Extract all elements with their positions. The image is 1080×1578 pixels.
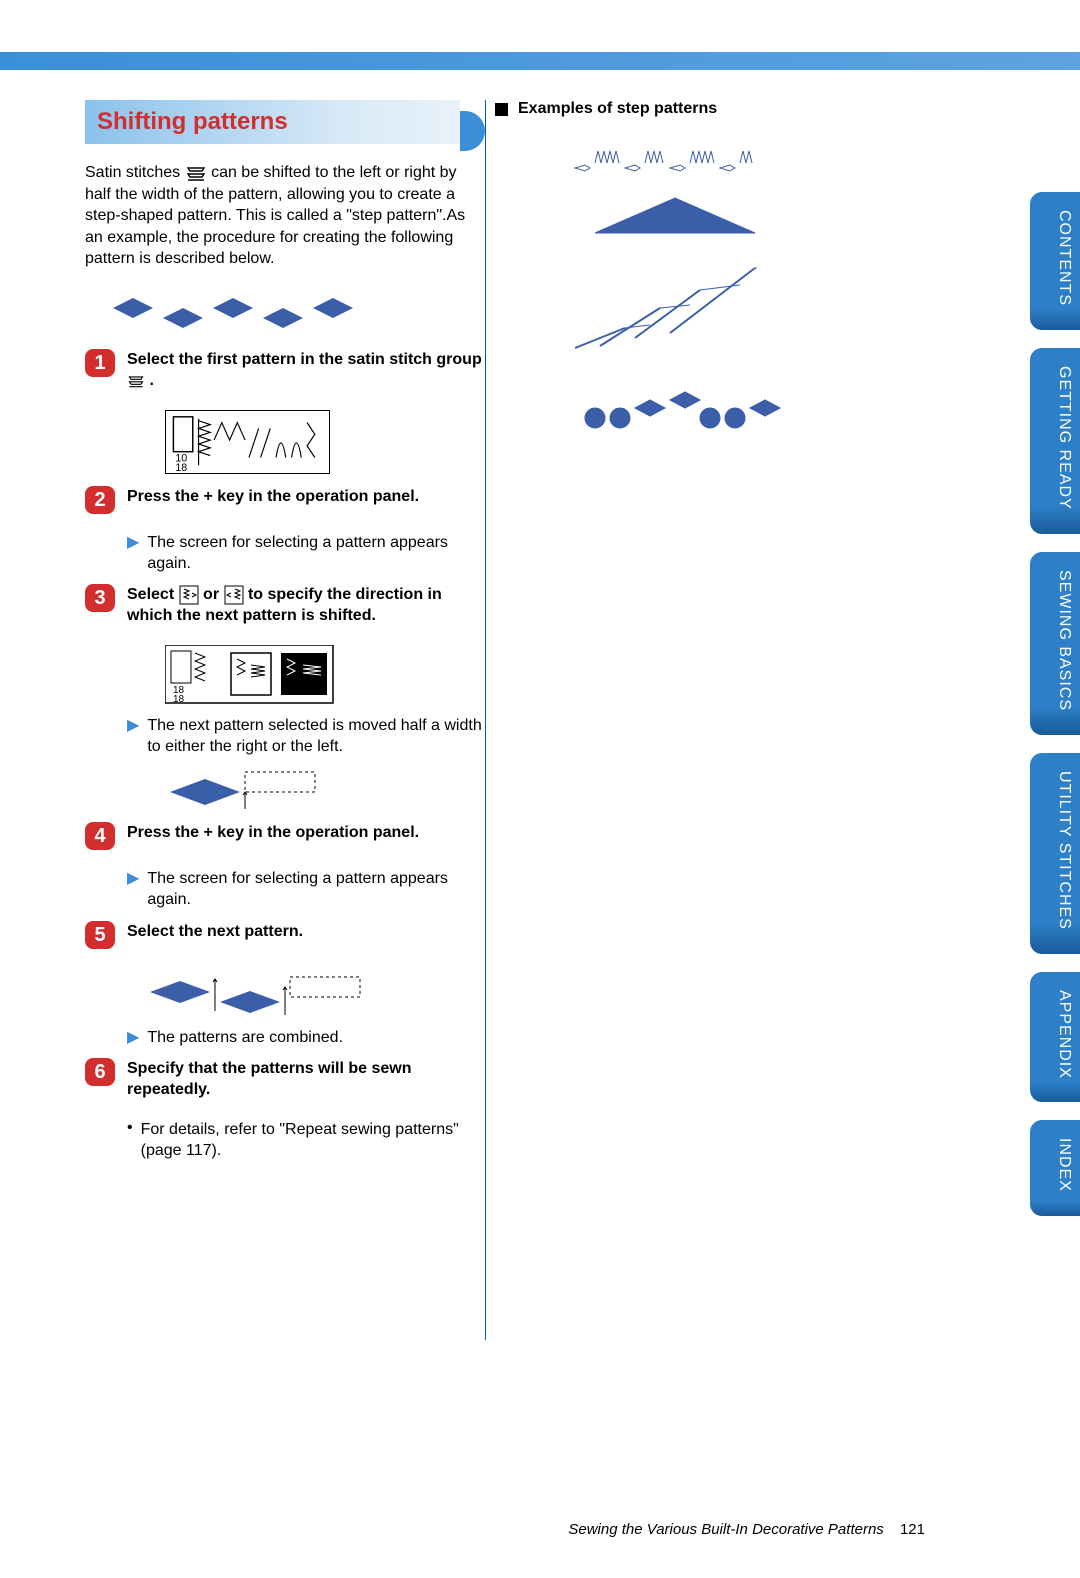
right-column: Examples of step patterns <box>495 100 880 1340</box>
step-body: Select or to specify the direction in wh… <box>127 584 485 627</box>
satin-stitch-icon <box>127 372 145 390</box>
square-bullet-icon <box>495 103 508 116</box>
header-bar <box>0 52 1080 70</box>
tab-getting-ready[interactable]: GETTING READY <box>1030 348 1080 534</box>
tab-appendix[interactable]: APPENDIX <box>1030 972 1080 1103</box>
shift-figure <box>165 767 330 812</box>
step-text: Press the + key in the operation panel. <box>127 488 419 505</box>
tab-index[interactable]: INDEX <box>1030 1120 1080 1216</box>
result-text: The screen for selecting a pattern appea… <box>147 868 485 911</box>
svg-text:18: 18 <box>175 462 187 474</box>
example-pattern-figure <box>93 283 373 329</box>
column-divider <box>485 100 486 1340</box>
shift-left-icon <box>179 585 199 605</box>
bullet-text: For details, refer to "Repeat sewing pat… <box>141 1119 485 1162</box>
step-4: 4 Press the + key in the operation panel… <box>85 822 485 850</box>
step-body: Select the first pattern in the satin st… <box>127 349 485 392</box>
step-body: Select the next pattern. <box>127 921 485 949</box>
page-number: 121 <box>900 1521 925 1538</box>
content: Shifting patterns Satin stitches can be … <box>0 70 1080 1340</box>
step-body: Press the + key in the operation panel. <box>127 486 485 514</box>
tab-sewing-basics[interactable]: SEWING BASICS <box>1030 552 1080 735</box>
step-number: 5 <box>85 921 115 949</box>
result-arrow-icon: ▶ <box>127 532 139 575</box>
combo-figure <box>145 967 370 1017</box>
section-header: Shifting patterns <box>85 100 460 144</box>
examples-title-text: Examples of step patterns <box>518 100 717 118</box>
result-text: The patterns are combined. <box>147 1027 343 1048</box>
step-number: 4 <box>85 822 115 850</box>
step-text: Select the next pattern. <box>127 923 303 940</box>
step-text: Press the + key in the operation panel. <box>127 824 419 841</box>
tab-utility-stitches[interactable]: UTILITY STITCHES <box>1030 753 1080 954</box>
panel-figure-1: 1018 <box>165 410 330 474</box>
tab-contents[interactable]: CONTENTS <box>1030 192 1080 330</box>
step-text: Select the first pattern in the satin st… <box>127 351 482 368</box>
step-1: 1 Select the first pattern in the satin … <box>85 349 485 392</box>
result-text: The next pattern selected is moved half … <box>147 715 485 758</box>
step-2-result: ▶ The screen for selecting a pattern app… <box>127 532 485 575</box>
footer: Sewing the Various Built-In Decorative P… <box>0 1521 1080 1538</box>
step-number: 1 <box>85 349 115 377</box>
result-text: The screen for selecting a pattern appea… <box>147 532 485 575</box>
step-body: Specify that the patterns will be sewn r… <box>127 1058 485 1101</box>
step-number: 2 <box>85 486 115 514</box>
step-text: Select <box>127 586 179 603</box>
step-body: Press the + key in the operation panel. <box>127 822 485 850</box>
panel-figure-3: 1818 <box>165 645 335 705</box>
result-arrow-icon: ▶ <box>127 868 139 911</box>
step-3: 3 Select or to specify the direction in … <box>85 584 485 627</box>
step-text: or <box>203 586 223 603</box>
step-2: 2 Press the + key in the operation panel… <box>85 486 485 514</box>
intro-paragraph: Satin stitches can be shifted to the lef… <box>85 162 485 269</box>
svg-text:18: 18 <box>173 694 185 705</box>
step-5: 5 Select the next pattern. <box>85 921 485 949</box>
step-4-result: ▶ The screen for selecting a pattern app… <box>127 868 485 911</box>
step-6-bullet: • For details, refer to "Repeat sewing p… <box>127 1119 485 1162</box>
step-text: . <box>149 372 153 389</box>
result-arrow-icon: ▶ <box>127 1027 139 1048</box>
section-title: Shifting patterns <box>97 108 288 136</box>
step-3-result: ▶ The next pattern selected is moved hal… <box>127 715 485 758</box>
step-number: 6 <box>85 1058 115 1086</box>
step-5-result: ▶ The patterns are combined. <box>127 1027 485 1048</box>
examples-figure <box>565 128 785 438</box>
side-tabs: CONTENTS GETTING READY SEWING BASICS UTI… <box>1030 192 1080 1216</box>
satin-stitch-icon <box>185 162 207 184</box>
step-text: Specify that the patterns will be sewn r… <box>127 1060 412 1098</box>
step-number: 3 <box>85 584 115 612</box>
result-arrow-icon: ▶ <box>127 715 139 758</box>
section-crescent-icon <box>460 111 485 151</box>
shift-right-icon <box>224 585 244 605</box>
footer-section: Sewing the Various Built-In Decorative P… <box>568 1521 883 1538</box>
bullet-icon: • <box>127 1119 133 1162</box>
examples-title: Examples of step patterns <box>495 100 880 118</box>
intro-a: Satin stitches <box>85 164 185 181</box>
step-6: 6 Specify that the patterns will be sewn… <box>85 1058 485 1101</box>
left-column: Shifting patterns Satin stitches can be … <box>85 100 485 1340</box>
